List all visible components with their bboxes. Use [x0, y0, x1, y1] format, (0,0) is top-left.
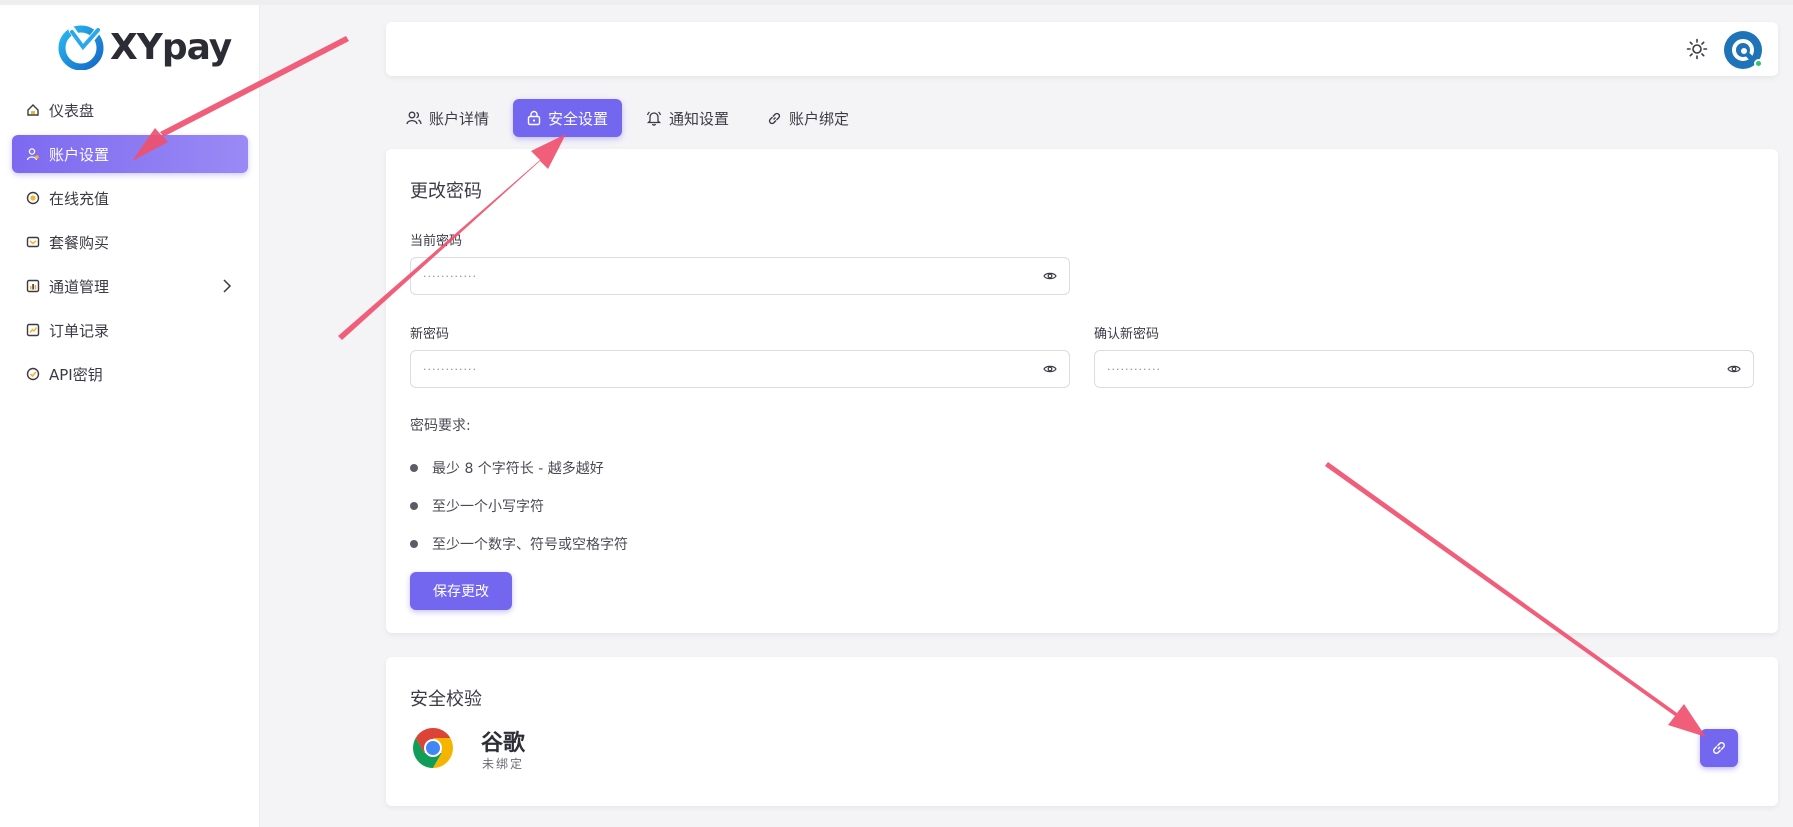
confirm-password-input[interactable]	[1107, 362, 1689, 376]
sidebar-item-label: 订单记录	[49, 321, 110, 340]
link-icon	[1713, 742, 1725, 754]
tab-notification-settings[interactable]: 通知设置	[632, 99, 743, 137]
chart-icon	[25, 278, 41, 294]
bind-google-button[interactable]	[1700, 729, 1738, 767]
new-password-label: 新密码	[410, 327, 450, 342]
confirm-password-field[interactable]	[1094, 350, 1754, 388]
save-changes-button[interactable]: 保存更改	[410, 572, 512, 610]
requirements-title: 密码要求:	[410, 418, 471, 434]
eye-icon[interactable]	[1043, 363, 1057, 379]
brand-name: XYpay	[110, 26, 232, 68]
requirement-text: 至少一个小写字符	[432, 499, 544, 515]
eye-icon[interactable]	[1043, 270, 1057, 286]
current-password-field[interactable]	[410, 257, 1070, 295]
requirements-list: 最少 8 个字符长 - 越多越好 至少一个小写字符 至少一个数字、符号或空格字符	[410, 449, 628, 563]
avatar[interactable]	[1724, 31, 1763, 69]
card-title: 安全校验	[410, 689, 482, 710]
coin-icon	[25, 190, 41, 206]
sidebar-item-order-records[interactable]: 订单记录	[12, 311, 248, 349]
sidebar-nav: 仪表盘 账户设置 在线充值 套餐购买 通道管理 订单记录 API密钥	[12, 91, 248, 399]
sidebar-item-account-settings[interactable]: 账户设置	[12, 135, 248, 173]
top-header	[386, 22, 1778, 76]
requirement-text: 最少 8 个字符长 - 越多越好	[432, 461, 604, 477]
settings-tabs: 账户详情 安全设置 通知设置 账户绑定	[392, 99, 873, 137]
current-password-label: 当前密码	[410, 234, 463, 249]
bullet-icon	[410, 464, 418, 472]
sidebar-item-label: API密钥	[49, 365, 103, 384]
users-icon	[406, 110, 422, 126]
requirement-text: 至少一个数字、符号或空格字符	[432, 537, 628, 553]
new-password-field[interactable]	[410, 350, 1070, 388]
bullet-icon	[410, 502, 418, 510]
key-icon	[25, 366, 41, 382]
list-item: 最少 8 个字符长 - 越多越好	[410, 449, 628, 487]
link-icon	[767, 111, 782, 126]
sidebar-item-dashboard[interactable]: 仪表盘	[12, 91, 248, 129]
sidebar-item-label: 在线充值	[49, 189, 110, 208]
sidebar-item-label: 套餐购买	[49, 233, 110, 252]
top-border	[0, 0, 1793, 5]
card-title: 更改密码	[410, 181, 482, 202]
eye-icon[interactable]	[1727, 363, 1741, 379]
avatar-icon	[1732, 39, 1754, 61]
list-item: 至少一个数字、符号或空格字符	[410, 525, 628, 563]
sidebar-item-package-purchase[interactable]: 套餐购买	[12, 223, 248, 261]
sun-icon[interactable]	[1686, 38, 1708, 64]
package-icon	[25, 234, 41, 250]
tab-account-binding[interactable]: 账户绑定	[753, 99, 863, 137]
chevron-right-icon	[222, 279, 232, 297]
sidebar-item-label: 账户设置	[49, 145, 110, 164]
sidebar: XYpay 仪表盘 账户设置 在线充值 套餐购买 通道管理 订单记录 API密钥	[0, 5, 260, 827]
tab-label: 账户详情	[429, 109, 490, 128]
home-icon	[25, 102, 41, 118]
provider-name: 谷歌	[481, 731, 526, 756]
order-icon	[25, 322, 41, 338]
sidebar-item-label: 通道管理	[49, 277, 110, 296]
current-password-input[interactable]	[423, 269, 1005, 283]
xypay-logo-icon	[58, 24, 104, 70]
user-settings-icon	[25, 146, 41, 162]
tab-label: 账户绑定	[789, 109, 850, 128]
sidebar-item-api-key[interactable]: API密钥	[12, 355, 248, 393]
change-password-card: 更改密码 当前密码 新密码 确认新密码 密码要求: 最少 8 个字符长 - 越多…	[386, 149, 1778, 633]
bell-icon	[646, 110, 662, 126]
confirm-password-label: 确认新密码	[1094, 327, 1160, 342]
new-password-input[interactable]	[423, 362, 1005, 376]
tab-label: 通知设置	[669, 109, 730, 128]
security-verification-card: 安全校验 谷歌 未绑定	[386, 657, 1778, 806]
tab-security-settings[interactable]: 安全设置	[513, 99, 623, 137]
brand-logo[interactable]: XYpay	[58, 23, 232, 71]
sidebar-item-channel-management[interactable]: 通道管理	[12, 267, 248, 305]
tab-label: 安全设置	[548, 109, 609, 128]
lock-icon	[527, 110, 541, 126]
provider-status: 未绑定	[482, 757, 525, 771]
bullet-icon	[410, 540, 418, 548]
sidebar-item-label: 仪表盘	[49, 101, 95, 120]
sidebar-item-online-recharge[interactable]: 在线充值	[12, 179, 248, 217]
list-item: 至少一个小写字符	[410, 487, 628, 525]
online-status-dot	[1754, 59, 1763, 68]
chrome-icon	[413, 728, 453, 768]
tab-account-details[interactable]: 账户详情	[392, 99, 503, 137]
